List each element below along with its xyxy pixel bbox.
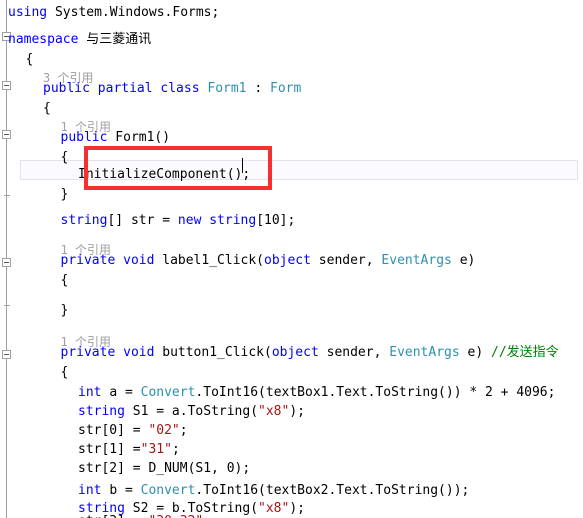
- code-line[interactable]: str[2] = D_NUM(S1, 0);: [78, 459, 250, 479]
- code-token: ;: [203, 514, 211, 518]
- code-token: {: [60, 150, 69, 165]
- code-token: string: [78, 404, 133, 419]
- code-token: "02": [148, 423, 180, 438]
- code-editor[interactable]: using System.Windows.Forms; namespace 与三菱…: [0, 0, 583, 518]
- code-line[interactable]: string[] str = new string[10];: [61, 211, 296, 231]
- code-token: public: [60, 130, 116, 145]
- code-token: //发送指令: [491, 345, 559, 360]
- code-token: Convert: [140, 385, 196, 400]
- code-line[interactable]: {: [61, 363, 69, 383]
- code-line[interactable]: string S1 = a.ToString("x8");: [78, 402, 305, 422]
- code-token: sender,: [318, 345, 390, 360]
- code-token: int: [78, 385, 110, 400]
- code-token: 与三菱通讯: [86, 32, 152, 47]
- code-token: Form: [270, 81, 302, 96]
- code-token: ;: [171, 442, 180, 457]
- code-token: System.Windows.Forms;: [54, 5, 220, 20]
- code-line[interactable]: public Form1(): [61, 128, 171, 148]
- code-token: {: [43, 101, 51, 116]
- code-line[interactable]: }: [61, 185, 69, 205]
- code-token: object: [264, 253, 311, 268]
- code-token: "31": [140, 442, 172, 457]
- code-token: [] str =: [107, 213, 178, 228]
- code-token: .ToInt16(textBox2.Text.ToString());: [195, 483, 470, 498]
- code-token: e): [451, 253, 476, 268]
- code-token: );: [289, 501, 305, 516]
- code-line[interactable]: namespace 与三菱通讯: [8, 30, 151, 50]
- code-line[interactable]: private void button1_Click(object sender…: [61, 343, 559, 363]
- code-token: b =: [109, 483, 141, 498]
- code-line[interactable]: str[0] = "02";: [78, 421, 188, 441]
- code-token: int: [78, 483, 110, 498]
- code-token: private void: [60, 345, 163, 360]
- red-highlight-rectangle: [84, 146, 272, 190]
- code-line[interactable]: {: [26, 50, 34, 70]
- code-token: "x8": [258, 501, 290, 516]
- code-token: label1_Click(: [162, 253, 264, 268]
- code-token: "x8": [258, 404, 290, 419]
- code-token: string: [209, 213, 257, 228]
- code-token: :: [246, 81, 270, 96]
- code-token: {: [60, 365, 69, 380]
- code-token: namespace: [8, 32, 87, 47]
- code-line[interactable]: int a = Convert.ToInt16(textBox1.Text.To…: [78, 383, 555, 403]
- code-token: S1 = a.ToString(: [132, 404, 259, 419]
- code-line[interactable]: }: [61, 301, 69, 321]
- code-token: }: [60, 187, 69, 202]
- code-token: public partial class: [43, 81, 208, 96]
- code-token: EventArgs: [381, 253, 452, 268]
- code-line[interactable]: int b = Convert.ToInt16(textBox2.Text.To…: [78, 481, 469, 501]
- code-token: Form1: [207, 81, 247, 96]
- code-token: );: [289, 404, 305, 419]
- code-token: object: [271, 345, 319, 360]
- code-token: string: [60, 213, 108, 228]
- code-line[interactable]: str[3] = "30 32";: [78, 512, 211, 518]
- code-token: Form1(): [115, 130, 171, 145]
- code-token: "30 32": [148, 514, 203, 518]
- code-token: [10];: [256, 213, 296, 228]
- code-token: str[1] =: [78, 442, 141, 457]
- code-token: a =: [109, 385, 141, 400]
- code-token: str[0] =: [78, 423, 149, 438]
- code-line[interactable]: str[1] ="31";: [78, 440, 180, 460]
- code-line[interactable]: using System.Windows.Forms;: [8, 3, 219, 23]
- code-token: Convert: [140, 483, 196, 498]
- code-line[interactable]: {: [61, 271, 69, 291]
- code-token: private void: [60, 253, 163, 268]
- code-token: }: [60, 303, 69, 318]
- code-token: {: [60, 273, 69, 288]
- code-text-layer[interactable]: using System.Windows.Forms; namespace 与三菱…: [0, 0, 583, 518]
- code-token: str[3] =: [78, 514, 148, 518]
- code-token: EventArgs: [389, 345, 460, 360]
- code-token: .ToInt16(textBox1.Text.ToString()) * 2 +…: [195, 385, 556, 400]
- code-line[interactable]: {: [61, 148, 69, 168]
- code-token: e): [459, 345, 492, 360]
- code-line[interactable]: {: [43, 99, 51, 119]
- code-token: {: [25, 52, 34, 67]
- code-token: button1_Click(: [162, 345, 272, 360]
- code-token: str[2] = D_NUM(S1, 0);: [78, 461, 251, 476]
- code-token: sender,: [310, 253, 382, 268]
- code-line[interactable]: public partial class Form1 : Form: [43, 79, 301, 99]
- code-token: new: [177, 213, 210, 228]
- code-token: ;: [179, 423, 188, 438]
- code-token: using: [8, 5, 55, 20]
- code-line[interactable]: private void label1_Click(object sender,…: [61, 251, 476, 271]
